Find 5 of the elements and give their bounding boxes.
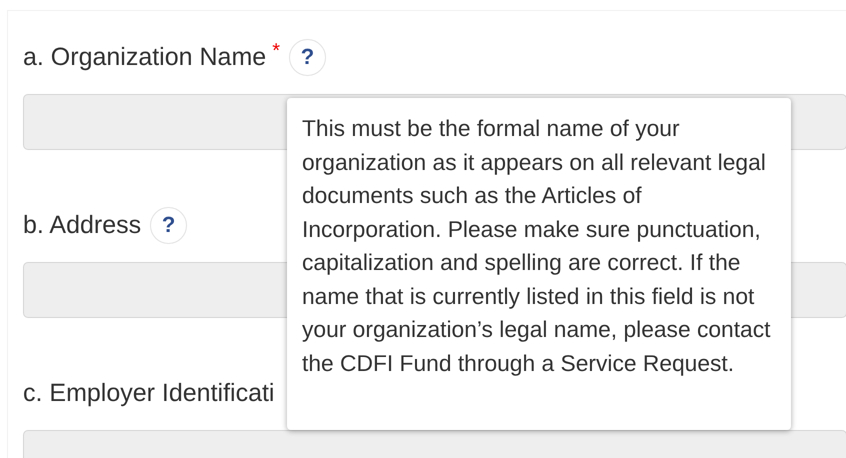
field-label: c. Employer Identificati (23, 379, 274, 407)
field-label: a. Organization Name (23, 43, 266, 71)
help-tooltip: This must be the formal name of your organization as it appears on all relevant legal documents such as the Articles of Incorporation. Please make sure punctuation, capitalization and spelling are correct. If the name that is currently listed in this field is not your organization’s legal name, please contact the CDFI Fund through a Service Request. (287, 98, 791, 430)
required-mark: * (272, 40, 280, 63)
field-label: b. Address (23, 211, 142, 239)
